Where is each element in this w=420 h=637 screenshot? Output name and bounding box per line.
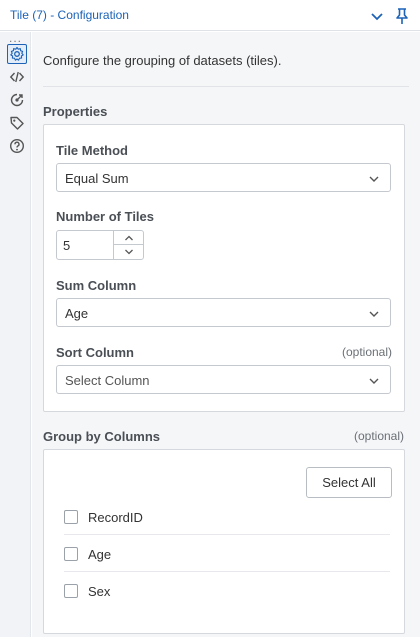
chevron-down-icon <box>368 172 380 184</box>
decrement-button[interactable] <box>114 245 144 259</box>
sort-column-optional: (optional) <box>341 345 392 359</box>
window-title: Tile (7) - Configuration <box>10 8 129 22</box>
target-icon[interactable] <box>7 90 27 110</box>
gear-icon[interactable] <box>7 44 27 64</box>
select-all-button[interactable]: Select All <box>306 467 392 498</box>
pin-icon[interactable] <box>392 6 412 26</box>
recordid-checkbox[interactable] <box>64 510 78 524</box>
column-label: Age <box>88 547 112 562</box>
group-by-heading: Group by Columns <box>43 429 160 444</box>
group-by-optional: (optional) <box>353 429 404 443</box>
number-of-tiles-input[interactable] <box>57 231 113 259</box>
increment-button[interactable] <box>114 231 144 245</box>
sort-column-label: Sort Column <box>56 345 134 360</box>
configuration-content: Configure the grouping of datasets (tile… <box>32 32 420 637</box>
sort-column-placeholder: Select Column <box>65 373 150 388</box>
tile-method-value: Equal Sum <box>65 171 129 186</box>
age-checkbox[interactable] <box>64 547 78 561</box>
number-of-tiles-stepper <box>56 230 144 260</box>
sort-column-select[interactable]: Select Column <box>56 365 391 394</box>
more-dots[interactable]: ... <box>9 31 22 45</box>
code-icon[interactable] <box>7 67 27 87</box>
properties-heading: Properties <box>43 104 108 119</box>
sum-column-select[interactable]: Age <box>56 298 391 327</box>
column-label: Sex <box>88 584 111 599</box>
tag-icon[interactable] <box>7 113 27 133</box>
tool-description: Configure the grouping of datasets (tile… <box>43 53 282 68</box>
column-label: RecordID <box>88 510 143 525</box>
sex-checkbox[interactable] <box>64 584 78 598</box>
tile-method-select[interactable]: Equal Sum <box>56 163 391 192</box>
chevron-down-icon <box>368 307 380 319</box>
tile-method-label: Tile Method <box>56 143 128 158</box>
stepper-buttons <box>113 231 144 259</box>
collapse-chevron-icon[interactable] <box>367 6 387 26</box>
sum-column-label: Sum Column <box>56 278 137 293</box>
list-item[interactable]: Age <box>64 535 390 572</box>
properties-panel: Tile Method Equal Sum Number of Tiles Su… <box>43 124 405 412</box>
list-item[interactable]: Sex <box>64 572 390 609</box>
help-icon[interactable] <box>7 136 27 156</box>
chevron-down-icon <box>368 374 380 386</box>
title-bar: Tile (7) - Configuration <box>0 0 420 31</box>
number-of-tiles-label: Number of Tiles <box>56 209 155 224</box>
group-by-panel: Select All RecordID Age Sex <box>43 449 405 634</box>
list-item[interactable]: RecordID <box>64 498 390 535</box>
sum-column-value: Age <box>65 306 89 321</box>
divider <box>43 86 409 87</box>
side-rail: ... <box>0 31 31 637</box>
